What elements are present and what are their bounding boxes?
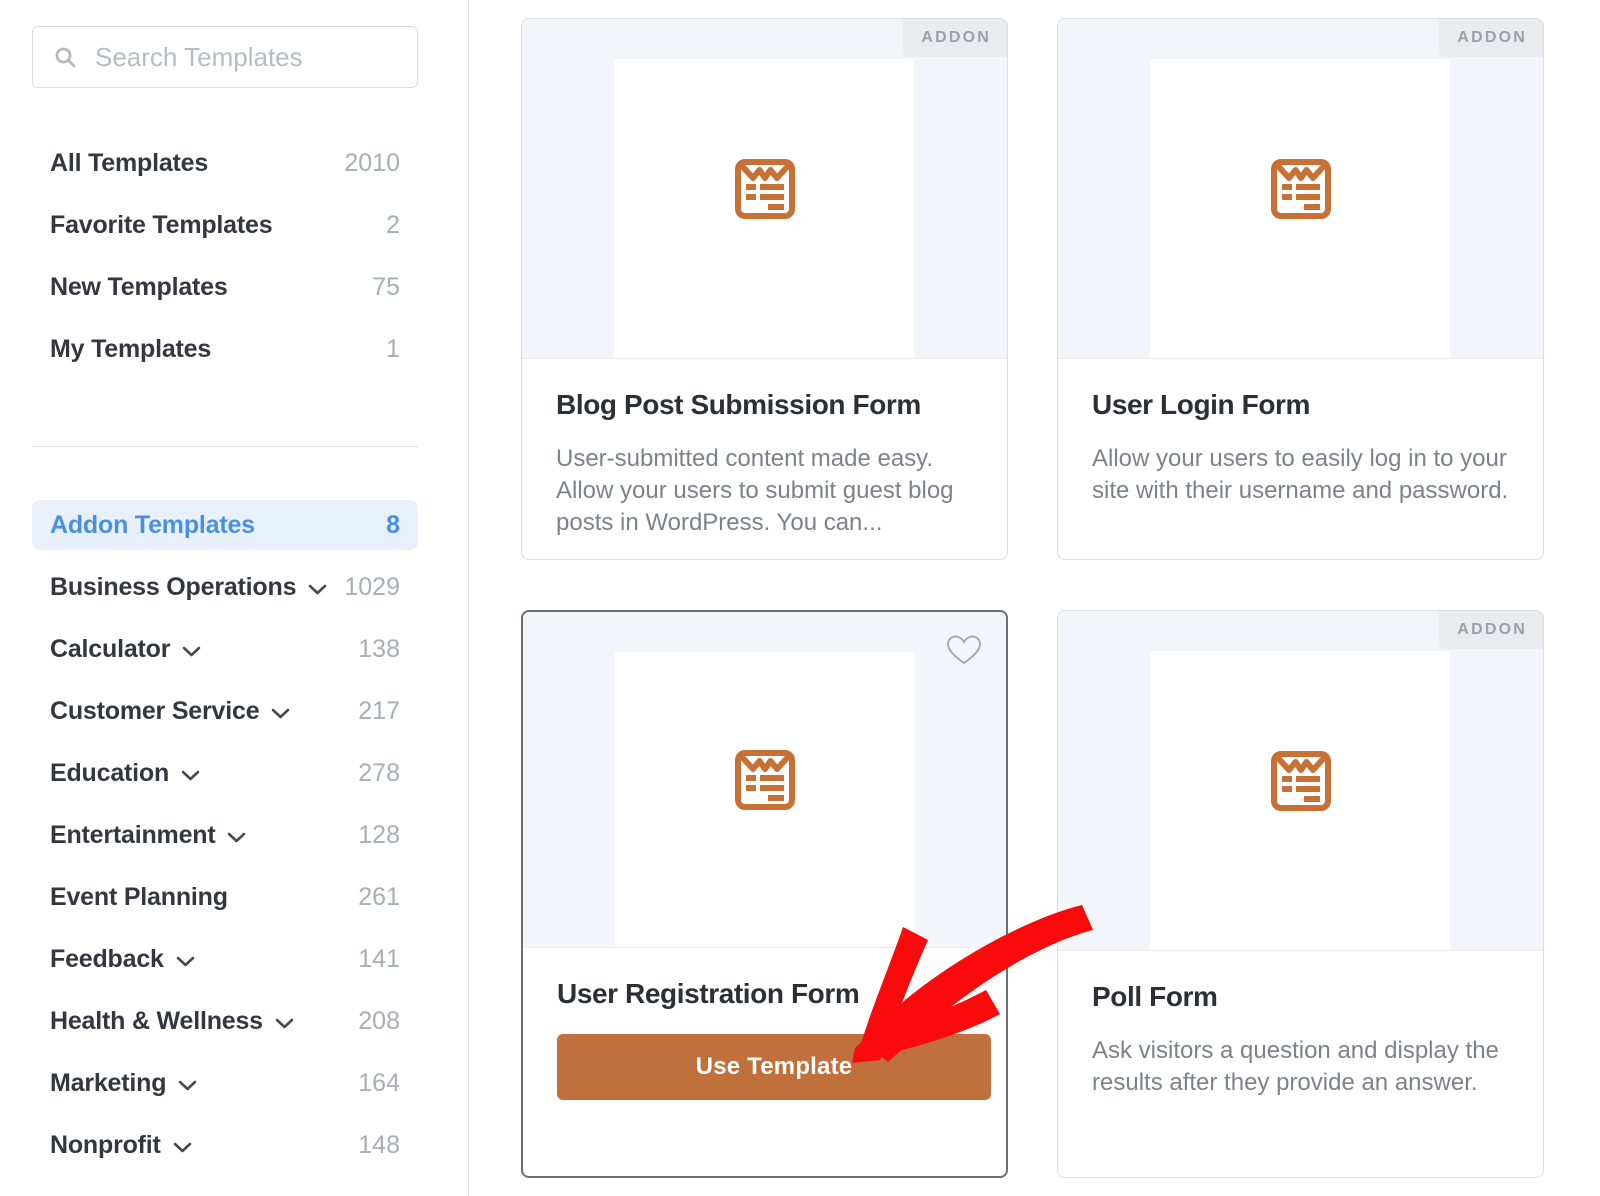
sidebar-divider bbox=[32, 446, 418, 447]
chevron-down-icon[interactable] bbox=[275, 1007, 294, 1036]
template-card-user-registration-form[interactable]: User Registration Form Use Template bbox=[521, 610, 1008, 1178]
sidebar-item-favorite-templates[interactable]: Favorite Templates 2 bbox=[32, 202, 418, 248]
template-description: Ask visitors a question and display the … bbox=[1092, 1037, 1499, 1096]
category-count: 278 bbox=[358, 758, 400, 787]
sidebar-item-all-templates[interactable]: All Templates 2010 bbox=[32, 140, 418, 186]
category-count: 164 bbox=[358, 1068, 400, 1097]
template-card-poll-form[interactable]: ADDON Poll Form Ask visitors a question bbox=[1057, 610, 1544, 1178]
sidebar-category-feedback[interactable]: Feedback 141 bbox=[32, 934, 418, 984]
category-label: Education bbox=[50, 759, 200, 788]
sidebar-category-calculator[interactable]: Calculator 138 bbox=[32, 624, 418, 674]
sidebar-category-nonprofit[interactable]: Nonprofit 148 bbox=[32, 1120, 418, 1170]
template-card-body: User Registration Form bbox=[523, 948, 1006, 1010]
use-template-button[interactable]: Use Template bbox=[557, 1034, 991, 1100]
category-count: 208 bbox=[358, 1006, 400, 1035]
nav-count: 75 bbox=[372, 272, 400, 301]
category-label: Entertainment bbox=[50, 821, 246, 850]
template-title: User Login Form bbox=[1092, 389, 1311, 420]
chevron-down-icon[interactable] bbox=[173, 1131, 192, 1160]
category-label: Calculator bbox=[50, 635, 201, 664]
sidebar-item-new-templates[interactable]: New Templates 75 bbox=[32, 264, 418, 310]
sidebar-category-business-operations[interactable]: Business Operations 1029 bbox=[32, 562, 418, 612]
category-label: Business Operations bbox=[50, 573, 327, 602]
nav-count: 2010 bbox=[344, 148, 400, 177]
category-count: 128 bbox=[358, 820, 400, 849]
template-card-body: Blog Post Submission Form User-submitted… bbox=[522, 359, 1007, 539]
sidebar-category-education[interactable]: Education 278 bbox=[32, 748, 418, 798]
category-label: Customer Service bbox=[50, 697, 290, 726]
category-count: 141 bbox=[358, 944, 400, 973]
sidebar-category-addon-templates[interactable]: Addon Templates 8 bbox=[32, 500, 418, 550]
template-preview bbox=[523, 612, 1006, 948]
primary-nav-list: All Templates 2010 Favorite Templates 2 … bbox=[32, 140, 418, 388]
form-document-icon bbox=[1268, 156, 1334, 222]
search-input[interactable] bbox=[93, 40, 397, 74]
chevron-down-icon[interactable] bbox=[182, 635, 201, 664]
addon-badge: ADDON bbox=[1439, 19, 1543, 57]
sidebar-category-event-planning[interactable]: Event Planning 261 bbox=[32, 872, 418, 922]
template-preview: ADDON bbox=[1058, 611, 1543, 951]
template-preview: ADDON bbox=[1058, 19, 1543, 359]
nav-label: All Templates bbox=[50, 148, 209, 177]
search-templates-box[interactable] bbox=[32, 26, 418, 88]
template-title: User Registration Form bbox=[557, 978, 860, 1009]
form-document-icon bbox=[732, 156, 798, 222]
nav-label: My Templates bbox=[50, 334, 212, 363]
sidebar-category-entertainment[interactable]: Entertainment 128 bbox=[32, 810, 418, 860]
form-document-icon bbox=[732, 747, 798, 813]
template-preview: ADDON bbox=[522, 19, 1007, 359]
category-count: 148 bbox=[358, 1130, 400, 1159]
category-nav-list: Addon Templates 8 Business Operations 1029 C… bbox=[32, 500, 418, 1182]
templates-sidebar: All Templates 2010 Favorite Templates 2 … bbox=[0, 0, 469, 1196]
favorite-heart-icon[interactable] bbox=[946, 634, 982, 666]
template-description: User-submitted content made easy. Allow … bbox=[556, 445, 954, 536]
nav-label: Favorite Templates bbox=[50, 210, 273, 239]
search-icon bbox=[53, 45, 77, 69]
category-label: Feedback bbox=[50, 945, 195, 974]
category-count: 261 bbox=[358, 882, 400, 911]
category-label: Addon Templates bbox=[50, 510, 255, 539]
category-label: Health & Wellness bbox=[50, 1007, 294, 1036]
sidebar-category-customer-service[interactable]: Customer Service 217 bbox=[32, 686, 418, 736]
template-card-body: Poll Form Ask visitors a question and di… bbox=[1058, 951, 1543, 1099]
category-count: 8 bbox=[386, 510, 400, 539]
chevron-down-icon[interactable] bbox=[181, 759, 200, 788]
chevron-down-icon[interactable] bbox=[227, 821, 246, 850]
chevron-down-icon[interactable] bbox=[178, 1069, 197, 1098]
template-grid: ADDON Blog Post Submission Form User-sub… bbox=[469, 0, 1600, 1196]
nav-count: 1 bbox=[386, 334, 400, 363]
sidebar-category-health-wellness[interactable]: Health & Wellness 208 bbox=[32, 996, 418, 1046]
nav-count: 2 bbox=[386, 210, 400, 239]
template-card-user-login-form[interactable]: ADDON User Login Form Allow your users t… bbox=[1057, 18, 1544, 560]
chevron-down-icon[interactable] bbox=[308, 573, 327, 602]
nav-label: New Templates bbox=[50, 272, 228, 301]
sidebar-category-marketing[interactable]: Marketing 164 bbox=[32, 1058, 418, 1108]
chevron-down-icon[interactable] bbox=[271, 697, 290, 726]
addon-badge: ADDON bbox=[1439, 611, 1543, 649]
addon-badge: ADDON bbox=[903, 19, 1007, 57]
sidebar-item-my-templates[interactable]: My Templates 1 bbox=[32, 326, 418, 372]
category-count: 138 bbox=[358, 634, 400, 663]
template-card-blog-post-submission-form[interactable]: ADDON Blog Post Submission Form User-sub… bbox=[521, 18, 1008, 560]
category-label: Nonprofit bbox=[50, 1131, 192, 1160]
category-count: 217 bbox=[358, 696, 400, 725]
form-document-icon bbox=[1268, 748, 1334, 814]
category-count: 1029 bbox=[344, 572, 400, 601]
template-title: Poll Form bbox=[1092, 981, 1218, 1012]
chevron-down-icon[interactable] bbox=[176, 945, 195, 974]
template-description: Allow your users to easily log in to you… bbox=[1092, 445, 1509, 504]
template-title: Blog Post Submission Form bbox=[556, 389, 921, 420]
category-label: Event Planning bbox=[50, 882, 228, 911]
category-label: Marketing bbox=[50, 1069, 197, 1098]
template-card-body: User Login Form Allow your users to easi… bbox=[1058, 359, 1543, 507]
